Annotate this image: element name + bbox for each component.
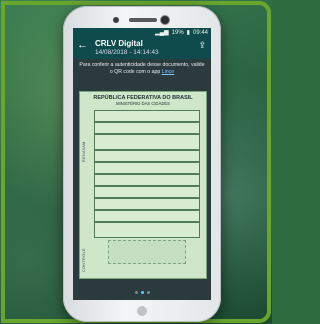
phone-device: ▂▄▆ 19% ▮ 09:44 ← CRLV Digital 14/08/201… <box>63 6 221 322</box>
clock: 09:44 <box>192 29 208 36</box>
crlv-document: REPÚBLICA FEDERATIVA DO BRASIL MINISTÉRI… <box>79 91 207 279</box>
field-row <box>94 122 200 134</box>
proximity-sensor <box>113 17 119 23</box>
front-camera-icon <box>161 16 169 24</box>
page-dot[interactable] <box>134 291 138 294</box>
signal-icon: ▂▄▆ <box>155 30 169 36</box>
status-bar: ▂▄▆ 19% ▮ 09:44 <box>73 28 211 37</box>
field-row <box>94 174 200 186</box>
arrow-left-icon[interactable]: ← <box>77 39 88 51</box>
field-row <box>94 162 200 174</box>
side-label-renavam: RENAVAM <box>82 141 86 162</box>
side-label-controle: CONTROLE <box>82 248 86 272</box>
page-timestamp: 14/08/2018 - 14:14:43 <box>95 49 159 56</box>
info-text: Para conferir a autenticidade desse docu… <box>79 62 205 75</box>
field-row <box>94 186 200 198</box>
digital-signature-stamp <box>108 240 186 264</box>
field-row <box>94 198 200 210</box>
phone-screen: ▂▄▆ 19% ▮ 09:44 ← CRLV Digital 14/08/201… <box>73 28 211 300</box>
field-row <box>94 110 200 122</box>
battery-icon: ▮ <box>186 30 190 36</box>
page-dot-active[interactable] <box>140 291 144 294</box>
battery-level: 19% <box>171 29 184 36</box>
share-icon[interactable]: ⇪ <box>198 40 206 51</box>
info-banner: Para conferir a autenticidade desse docu… <box>73 59 211 77</box>
earpiece-speaker <box>129 18 157 22</box>
field-row <box>94 210 200 222</box>
field-row <box>94 150 200 162</box>
document-subheading: MINISTÉRIO DAS CIDADES <box>116 101 170 106</box>
app-bar: ← CRLV Digital 14/08/2018 - 14:14:43 ⇪ <box>73 37 211 59</box>
home-button[interactable] <box>137 306 147 316</box>
page-dot[interactable] <box>146 291 150 294</box>
lince-link[interactable]: Lince <box>162 69 174 75</box>
page-indicator <box>73 291 211 294</box>
field-row <box>94 222 200 238</box>
page-title: CRLV Digital <box>95 39 143 48</box>
field-row <box>94 134 200 150</box>
